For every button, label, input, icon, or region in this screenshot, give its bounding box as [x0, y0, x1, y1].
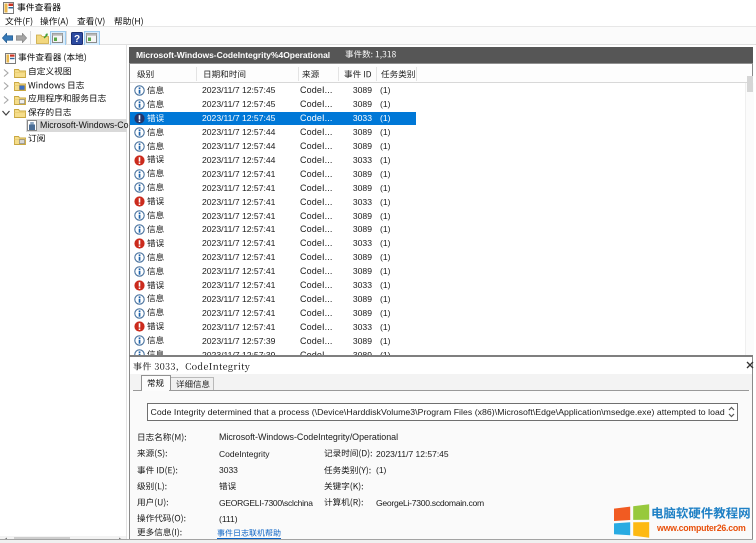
svg-text:?: ?	[74, 34, 80, 45]
